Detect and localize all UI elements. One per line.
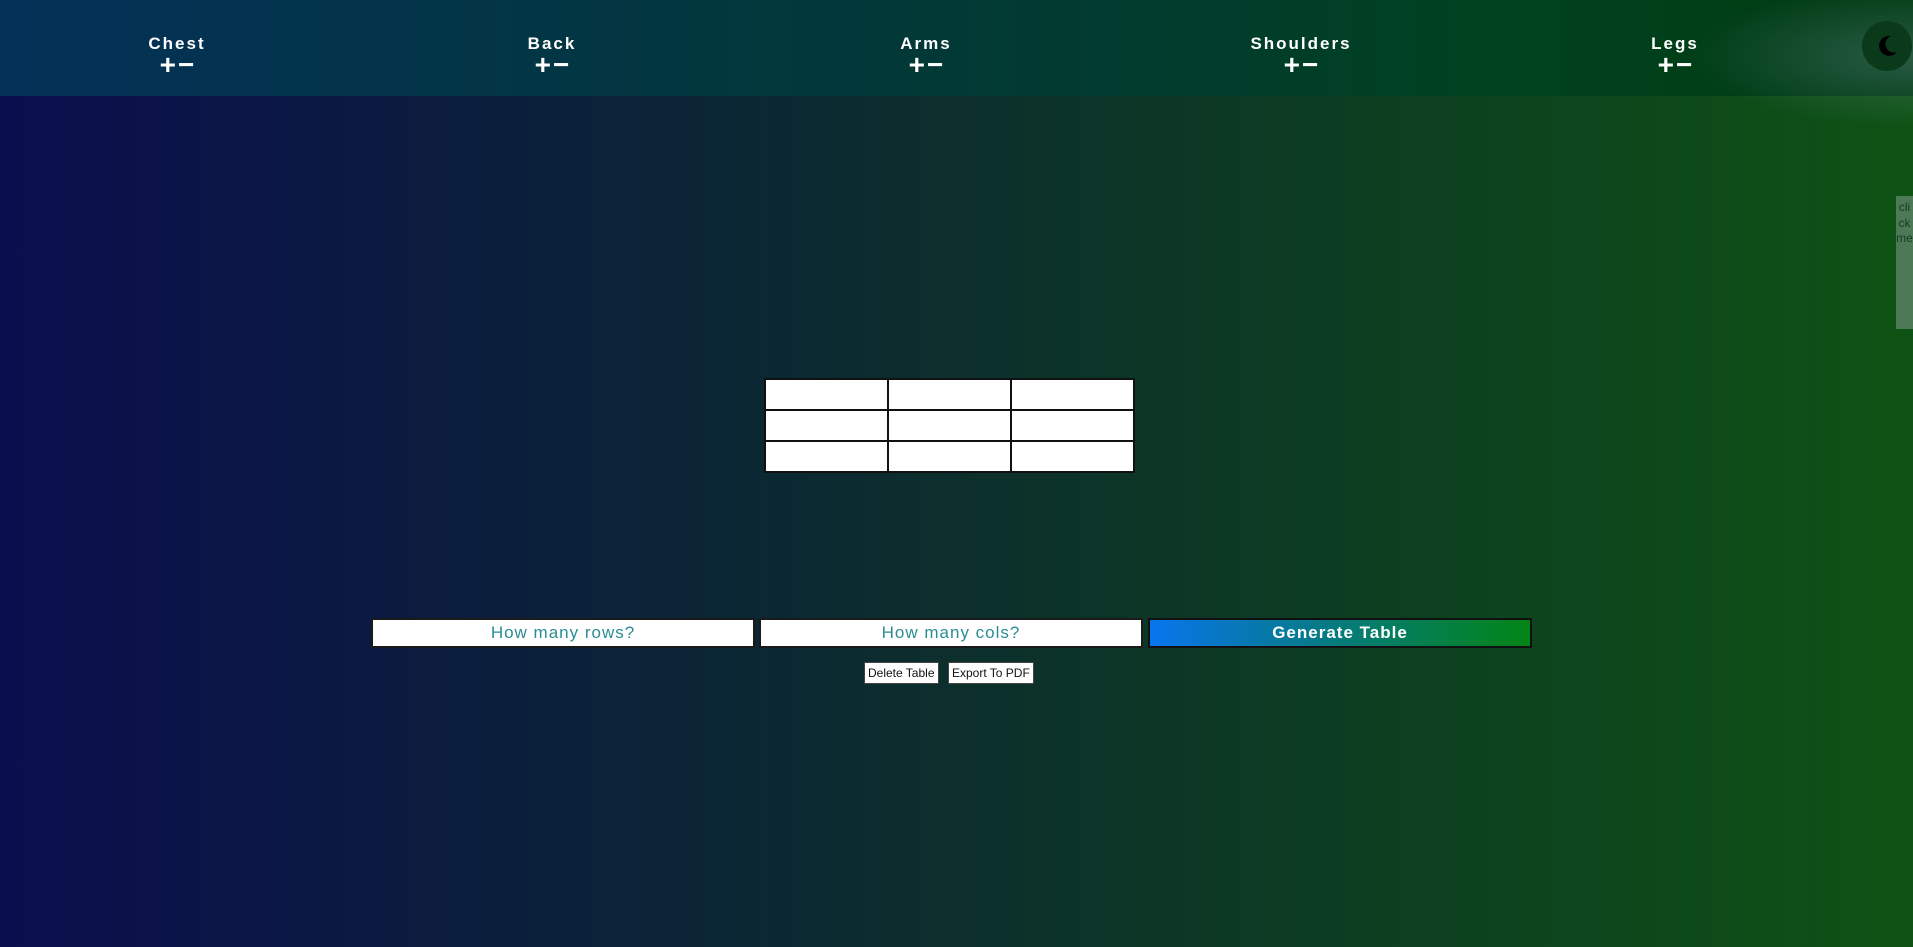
table-cell[interactable] <box>887 378 1012 411</box>
arms-plus-button[interactable]: + <box>908 51 926 79</box>
table-cell[interactable] <box>1010 409 1135 442</box>
nav-item-legs: Legs +− <box>1595 34 1755 79</box>
nav-item-shoulders: Shoulders +− <box>1221 34 1381 79</box>
export-pdf-button[interactable]: Export To PDF <box>948 662 1034 684</box>
arms-minus-button[interactable]: − <box>926 51 944 79</box>
nav-label-shoulders: Shoulders <box>1250 34 1352 53</box>
legs-minus-button[interactable]: − <box>1675 51 1693 79</box>
nav-label-back: Back <box>527 34 577 53</box>
generate-table-button[interactable]: Generate Table <box>1148 618 1532 648</box>
back-minus-button[interactable]: − <box>552 51 570 79</box>
theme-toggle-button[interactable] <box>1862 21 1912 71</box>
nav-label-chest: Chest <box>148 34 206 53</box>
chest-minus-button[interactable]: − <box>177 51 195 79</box>
table-cell[interactable] <box>1010 440 1135 473</box>
nav-item-arms: Arms +− <box>846 34 1006 79</box>
legs-plus-button[interactable]: + <box>1657 51 1675 79</box>
delete-table-button[interactable]: Delete Table <box>864 662 939 684</box>
table-row <box>764 440 1135 473</box>
cols-input[interactable] <box>759 618 1143 648</box>
table-cell[interactable] <box>764 409 889 442</box>
table-cell[interactable] <box>887 409 1012 442</box>
nav-controls-arms: +− <box>846 51 1006 79</box>
nav-item-chest: Chest +− <box>97 34 257 79</box>
nav-item-back: Back +− <box>472 34 632 79</box>
nav-label-arms: Arms <box>900 34 952 53</box>
chest-plus-button[interactable]: + <box>159 51 177 79</box>
back-plus-button[interactable]: + <box>534 51 552 79</box>
nav-controls-shoulders: +− <box>1221 51 1381 79</box>
workout-table <box>764 378 1135 473</box>
table-cell[interactable] <box>764 440 889 473</box>
nav-controls-chest: +− <box>97 51 257 79</box>
table-row <box>764 409 1135 442</box>
side-tab-click-me[interactable]: click me <box>1896 196 1913 329</box>
rows-input[interactable] <box>371 618 755 648</box>
shoulders-minus-button[interactable]: − <box>1301 51 1319 79</box>
table-cell[interactable] <box>764 378 889 411</box>
table-row <box>764 378 1135 411</box>
shoulders-plus-button[interactable]: + <box>1283 51 1301 79</box>
nav-label-legs: Legs <box>1651 34 1699 53</box>
nav-controls-legs: +− <box>1595 51 1755 79</box>
nav-controls-back: +− <box>472 51 632 79</box>
table-cell[interactable] <box>887 440 1012 473</box>
table-cell[interactable] <box>1010 378 1135 411</box>
moon-icon <box>1879 35 1897 56</box>
